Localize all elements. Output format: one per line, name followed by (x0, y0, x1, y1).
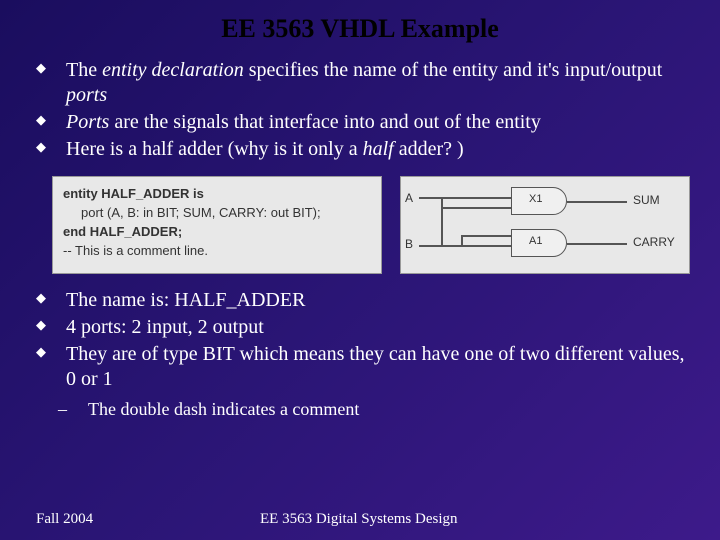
slide-content: The entity declaration specifies the nam… (0, 52, 720, 421)
circuit-diagram: A B X1 A1 SUM CARRY (400, 176, 690, 274)
slide-footer: Fall 2004 EE 3563 Digital Systems Design (0, 511, 720, 528)
wire (441, 197, 443, 245)
code-line: end HALF_ADDER; (63, 223, 371, 242)
code-line: port (A, B: in BIT; SUM, CARRY: out BIT)… (63, 204, 371, 223)
emphasis: ports (66, 84, 107, 106)
text: are the signals that interface into and … (109, 111, 541, 133)
footer-date: Fall 2004 (0, 511, 260, 528)
code-line: -- This is a comment line. (63, 242, 371, 261)
pin-label-carry: CARRY (633, 235, 675, 249)
bullet-list-top: The entity declaration specifies the nam… (28, 58, 692, 162)
wire (567, 243, 627, 245)
bullet-item: Ports are the signals that interface int… (36, 110, 692, 135)
vhdl-code-box: entity HALF_ADDER is port (A, B: in BIT;… (52, 176, 382, 274)
wire (567, 201, 627, 203)
wire (419, 245, 511, 247)
wire (441, 207, 511, 209)
gate-label-a1: A1 (529, 235, 542, 247)
emphasis: Ports (66, 111, 109, 133)
pin-label-sum: SUM (633, 193, 660, 207)
text: The (66, 59, 102, 81)
slide-title: EE 3563 VHDL Example (0, 0, 720, 52)
code-line: entity HALF_ADDER is (63, 185, 371, 204)
figure-row: entity HALF_ADDER is port (A, B: in BIT;… (52, 176, 692, 274)
wire (461, 235, 463, 245)
gate-label-x1: X1 (529, 193, 542, 205)
emphasis: entity declaration (102, 59, 244, 81)
text: specifies the name of the entity and it'… (244, 59, 663, 81)
sub-bullet-item: The double dash indicates a comment (40, 398, 692, 421)
bullet-item: The entity declaration specifies the nam… (36, 58, 692, 108)
pin-label-b: B (405, 237, 413, 251)
wire (461, 235, 511, 237)
bullet-item: 4 ports: 2 input, 2 output (36, 315, 692, 340)
bullet-item: They are of type BIT which means they ca… (36, 342, 692, 392)
text: Here is a half adder (why is it only a (66, 138, 363, 160)
pin-label-a: A (405, 191, 413, 205)
bullet-list-bottom: The name is: HALF_ADDER 4 ports: 2 input… (28, 288, 692, 392)
text: adder? ) (394, 138, 464, 160)
bullet-item: Here is a half adder (why is it only a h… (36, 137, 692, 162)
footer-course: EE 3563 Digital Systems Design (260, 511, 458, 528)
bullet-item: The name is: HALF_ADDER (36, 288, 692, 313)
wire (419, 197, 511, 199)
emphasis: half (363, 138, 394, 160)
